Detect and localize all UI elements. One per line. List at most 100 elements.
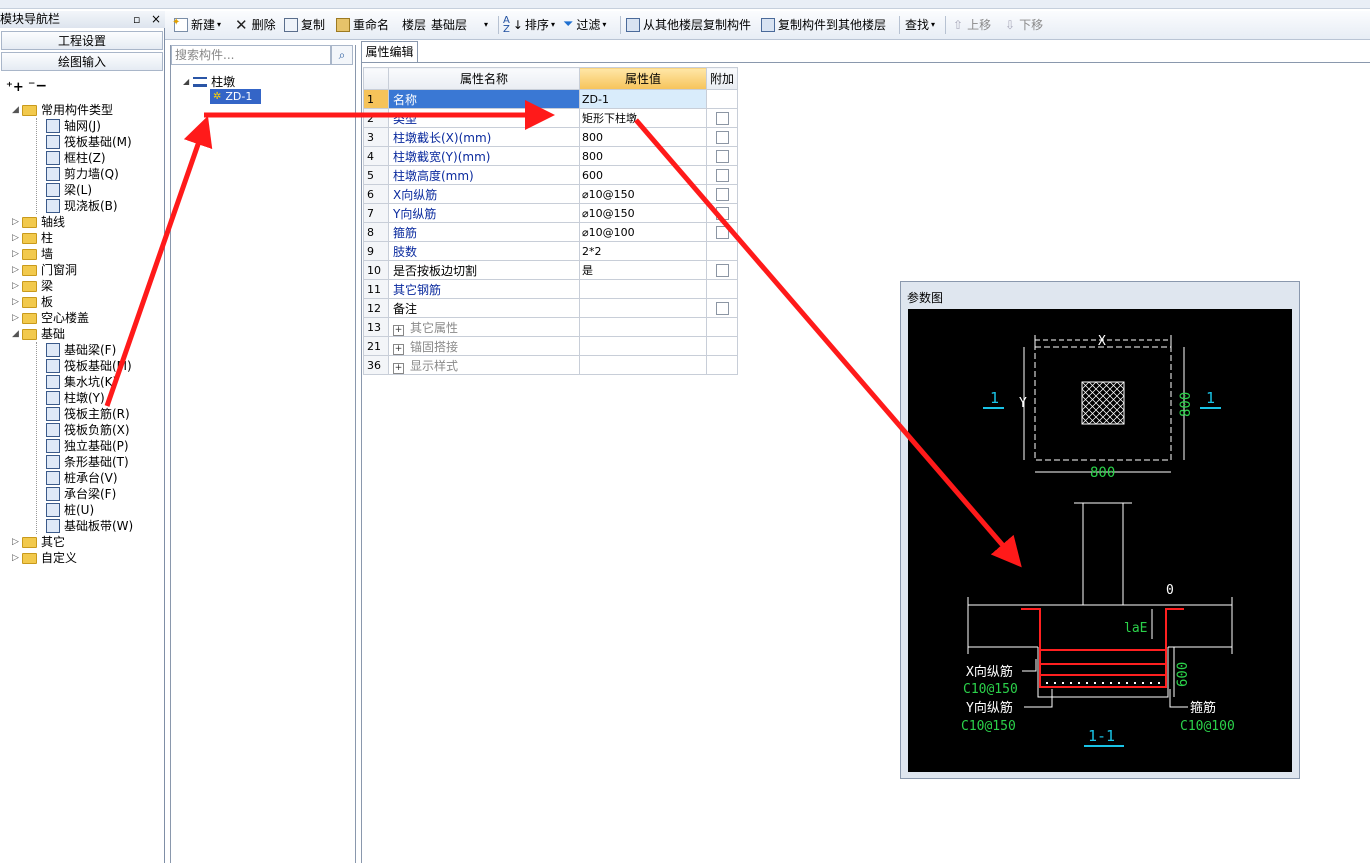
expand-all-icon[interactable]: ⁺+ xyxy=(6,80,24,95)
tree-folder[interactable]: ▷ 梁 xyxy=(12,278,53,294)
property-value[interactable]: ⌀10@100 xyxy=(579,222,707,242)
tree-item[interactable]: 剪力墙(Q) xyxy=(46,166,119,182)
property-row[interactable]: 7 Y向纵筋 ⌀10@150 xyxy=(363,203,738,223)
component-tree-root[interactable]: ◢ 柱墩 xyxy=(183,73,235,90)
property-value[interactable]: 矩形下柱墩 xyxy=(579,108,707,128)
tree-item[interactable]: 基础梁(F) xyxy=(46,342,116,358)
tree-folder[interactable]: ▷ 空心楼盖 xyxy=(12,310,89,326)
property-value[interactable]: ⌀10@150 xyxy=(579,203,707,223)
tree-item[interactable]: 独立基础(P) xyxy=(46,438,129,454)
extra-checkbox[interactable] xyxy=(715,226,729,239)
tree-item[interactable]: 柱墩(Y) xyxy=(46,390,105,406)
property-row[interactable]: 10 是否按板边切割 是 xyxy=(363,260,738,280)
property-value[interactable]: 800 xyxy=(579,127,707,147)
extra-checkbox[interactable] xyxy=(715,150,729,163)
collapsed-icon[interactable]: ▷ xyxy=(12,230,22,246)
property-row[interactable]: 1 名称 ZD-1 xyxy=(363,89,738,109)
property-row[interactable]: 6 X向纵筋 ⌀10@150 xyxy=(363,184,738,204)
tree-item[interactable]: 轴网(J) xyxy=(46,118,101,134)
property-value[interactable] xyxy=(579,279,707,299)
tree-item[interactable]: 桩承台(V) xyxy=(46,470,118,486)
floor-select[interactable]: 基础层 ▾ xyxy=(431,17,493,33)
close-icon[interactable]: × xyxy=(151,11,161,28)
property-row[interactable]: 8 箍筋 ⌀10@100 xyxy=(363,222,738,242)
property-value[interactable]: 2*2 xyxy=(579,241,707,261)
tree-item[interactable]: 筏板基础(M) xyxy=(46,134,132,150)
pin-icon[interactable]: ▫ xyxy=(133,11,140,28)
tree-folder[interactable]: ◢ 常用构件类型 xyxy=(12,102,113,118)
tree-folder[interactable]: ▷ 自定义 xyxy=(12,550,77,566)
tree-item[interactable]: 筏板基础(M) xyxy=(46,358,132,374)
filter-button[interactable]: ⏷ 过滤 ▾ xyxy=(563,17,606,33)
property-row[interactable]: 9 肢数 2*2 xyxy=(363,241,738,261)
property-row[interactable]: 21 + 锚固搭接 xyxy=(363,336,738,356)
move-down-button[interactable]: ⇩ 下移 xyxy=(1005,17,1043,33)
extra-checkbox[interactable] xyxy=(715,264,729,277)
draw-input-button[interactable]: 绘图输入 xyxy=(1,52,163,71)
property-row[interactable]: 11 其它钢筋 xyxy=(363,279,738,299)
extra-checkbox[interactable] xyxy=(715,112,729,125)
tree-folder[interactable]: ▷ 门窗洞 xyxy=(12,262,77,278)
search-icon[interactable]: ⌕ xyxy=(331,45,353,65)
property-row[interactable]: 12 备注 xyxy=(363,298,738,318)
property-row[interactable]: 3 柱墩截长(X)(mm) 800 xyxy=(363,127,738,147)
extra-checkbox[interactable] xyxy=(715,188,729,201)
rename-button[interactable]: 重命名 xyxy=(336,17,389,33)
property-value[interactable] xyxy=(579,298,707,318)
delete-button[interactable]: ✕ 删除 xyxy=(235,17,276,33)
move-up-button[interactable]: ⇧ 上移 xyxy=(953,17,991,33)
collapsed-icon[interactable]: ▷ xyxy=(12,310,22,326)
tree-folder[interactable]: ▷ 其它 xyxy=(12,534,65,550)
tree-folder[interactable]: ◢ 基础 xyxy=(12,326,65,342)
extra-checkbox[interactable] xyxy=(715,131,729,144)
tree-folder[interactable]: ▷ 板 xyxy=(12,294,53,310)
tree-item[interactable]: 基础板带(W) xyxy=(46,518,133,534)
collapsed-icon[interactable]: ▷ xyxy=(12,246,22,262)
project-settings-button[interactable]: 工程设置 xyxy=(1,31,163,50)
property-row[interactable]: 36 + 显示样式 xyxy=(363,355,738,375)
tree-folder[interactable]: ▷ 墙 xyxy=(12,246,53,262)
property-value[interactable]: ⌀10@150 xyxy=(579,184,707,204)
collapsed-icon[interactable]: ▷ xyxy=(12,294,22,310)
tree-item[interactable]: 条形基础(T) xyxy=(46,454,129,470)
property-value[interactable]: ZD-1 xyxy=(579,89,707,109)
property-value[interactable]: 是 xyxy=(579,260,707,280)
expand-icon[interactable]: + xyxy=(393,343,404,355)
copy-to-floor-button[interactable]: 复制构件到其他楼层 xyxy=(761,17,886,33)
tree-folder[interactable]: ▷ 轴线 xyxy=(12,214,65,230)
component-item-selected[interactable]: ✲ ZD-1 xyxy=(210,89,261,104)
tree-item[interactable]: 框柱(Z) xyxy=(46,150,106,166)
collapsed-icon[interactable]: ▷ xyxy=(12,262,22,278)
collapsed-icon[interactable]: ▷ xyxy=(12,534,22,550)
expanded-icon[interactable]: ◢ xyxy=(12,326,22,342)
expanded-icon[interactable]: ◢ xyxy=(12,102,22,118)
tree-item[interactable]: 桩(U) xyxy=(46,502,94,518)
property-value[interactable] xyxy=(579,317,707,337)
expand-icon[interactable]: + xyxy=(393,362,404,374)
property-value[interactable] xyxy=(579,336,707,356)
expand-icon[interactable]: + xyxy=(393,324,404,336)
property-row[interactable]: 5 柱墩高度(mm) 600 xyxy=(363,165,738,185)
tree-item[interactable]: 集水坑(K) xyxy=(46,374,117,390)
tree-item[interactable]: 梁(L) xyxy=(46,182,92,198)
tree-item[interactable]: 现浇板(B) xyxy=(46,198,118,214)
tree-folder[interactable]: ▷ 柱 xyxy=(12,230,53,246)
property-row[interactable]: 13 + 其它属性 xyxy=(363,317,738,337)
collapsed-icon[interactable]: ▷ xyxy=(12,550,22,566)
property-value[interactable]: 600 xyxy=(579,165,707,185)
tab-property-editor[interactable]: 属性编辑 xyxy=(361,41,418,63)
collapsed-icon[interactable]: ▷ xyxy=(12,214,22,230)
copy-button[interactable]: 复制 xyxy=(284,17,325,33)
extra-checkbox[interactable] xyxy=(715,302,729,315)
extra-checkbox[interactable] xyxy=(715,207,729,220)
new-button[interactable]: ✦ 新建 ▾ xyxy=(172,17,221,33)
collapse-all-icon[interactable]: ⁻− xyxy=(28,78,47,94)
tree-item[interactable]: 承台梁(F) xyxy=(46,486,116,502)
tree-item[interactable]: 筏板主筋(R) xyxy=(46,406,130,422)
search-input[interactable]: 搜索构件... xyxy=(171,45,331,65)
property-value[interactable] xyxy=(579,355,707,375)
extra-checkbox[interactable] xyxy=(715,169,729,182)
collapsed-icon[interactable]: ▷ xyxy=(12,278,22,294)
property-value[interactable]: 800 xyxy=(579,146,707,166)
tree-item[interactable]: 筏板负筋(X) xyxy=(46,422,130,438)
